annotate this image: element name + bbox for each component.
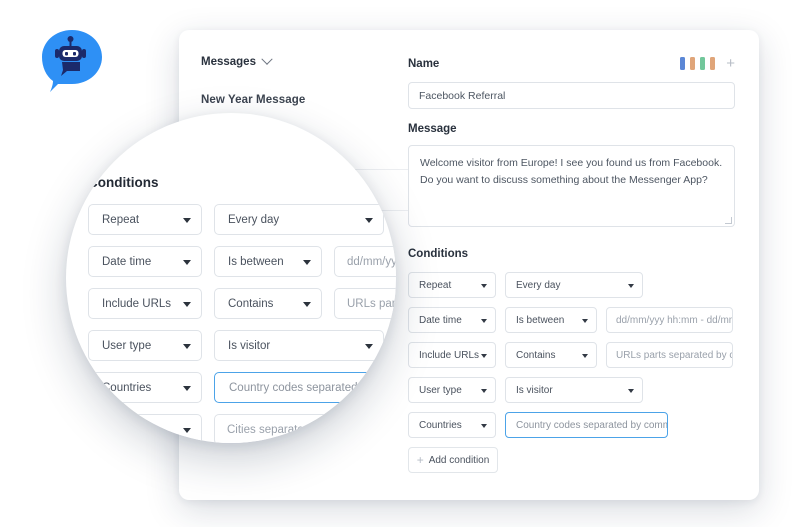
add-condition-button[interactable]: + Add condition xyxy=(408,447,498,473)
condition-operator-value: Is between xyxy=(516,315,564,326)
condition-cities-input[interactable]: Cities separated by commas xyxy=(214,414,396,443)
tag-orange-swatch[interactable] xyxy=(690,57,695,70)
name-input[interactable]: Facebook Referral xyxy=(408,82,735,109)
tag-swatches: + xyxy=(680,56,735,71)
conditions-title: Conditions xyxy=(408,248,735,260)
condition-datetime-input[interactable]: dd/mm/yyy hh xyxy=(334,246,396,277)
condition-operator-value: Is visitor xyxy=(516,385,553,396)
app-logo xyxy=(36,24,108,96)
condition-value-placeholder: dd/mm/yyy hh xyxy=(347,256,396,268)
condition-countries-input[interactable]: Country codes separated by commas xyxy=(505,412,668,438)
add-condition-label: Add condition xyxy=(429,455,490,466)
condition-field-select[interactable]: Repeat xyxy=(408,272,496,298)
condition-field-select[interactable]: Cities xyxy=(88,414,202,443)
condition-field-value: Include URLs xyxy=(419,350,479,361)
condition-row-countries: Countries Country codes separated by com… xyxy=(408,412,735,438)
sidebar-item-label: New Year Message xyxy=(201,94,305,106)
chatbot-robot-icon xyxy=(36,24,108,96)
condition-operator-select[interactable]: Is between xyxy=(214,246,322,277)
name-label: Name xyxy=(408,58,439,70)
condition-row-user-type: User type Is visitor xyxy=(408,377,735,403)
condition-operator-select[interactable]: Contains xyxy=(214,288,322,319)
condition-value-placeholder: Country codes separated by commas xyxy=(229,382,396,394)
condition-value-placeholder: dd/mm/yyy hh:mm - dd/mm/y xyxy=(616,315,733,326)
condition-field-value: User type xyxy=(419,385,462,396)
condition-row-date-time: Date time Is between dd/mm/yyy hh:mm - d… xyxy=(408,307,735,333)
message-textarea[interactable]: Welcome visitor from Europe! I see you f… xyxy=(408,145,735,227)
name-row: Name + xyxy=(408,56,735,71)
condition-field-value: Repeat xyxy=(419,280,451,291)
condition-operator-value: Is between xyxy=(228,256,284,268)
condition-field-value: User type xyxy=(102,340,151,352)
add-tag-plus-icon[interactable]: + xyxy=(726,56,735,71)
message-label: Message xyxy=(408,123,735,135)
condition-value-placeholder: Country codes separated by commas xyxy=(516,420,668,431)
condition-operator-select[interactable]: Is between xyxy=(505,307,597,333)
magnified-conditions-title: Conditions xyxy=(88,175,396,190)
tag-orange-2-swatch[interactable] xyxy=(710,57,715,70)
condition-row-repeat: Repeat Every day xyxy=(408,272,735,298)
chevron-down-icon xyxy=(261,54,272,65)
condition-field-select[interactable]: User type xyxy=(408,377,496,403)
condition-operator-value: Every day xyxy=(228,214,279,226)
condition-field-value: Date time xyxy=(419,315,462,326)
condition-urls-input[interactable]: URLs parts separated by c xyxy=(606,342,733,368)
resize-handle-icon[interactable] xyxy=(725,217,732,224)
tag-blue-swatch[interactable] xyxy=(680,57,685,70)
message-textarea-value: Welcome visitor from Europe! I see you f… xyxy=(420,157,722,186)
condition-operator-value: Contains xyxy=(228,298,273,310)
magnified-condition-row-cities: Cities Cities separated by commas xyxy=(88,414,396,443)
condition-field-select[interactable]: Date time xyxy=(408,307,496,333)
condition-urls-input[interactable]: URLs parts xyxy=(334,288,396,319)
condition-row-include-urls: Include URLs Contains URLs parts separat… xyxy=(408,342,735,368)
condition-operator-select[interactable]: Contains xyxy=(505,342,597,368)
condition-field-value: Countries xyxy=(102,382,151,394)
magnified-conditions-panel: Conditions Repeat Every day Date time Is… xyxy=(88,175,396,443)
plus-icon: + xyxy=(417,454,424,466)
message-editor-pane: Name + Facebook Referral Message Welcome… xyxy=(408,30,759,500)
condition-field-select[interactable]: Repeat xyxy=(88,204,202,235)
condition-field-value: Countries xyxy=(419,420,462,431)
screenshot-root: Messages New Year Message Facebook Refer… xyxy=(0,0,799,527)
name-input-value: Facebook Referral xyxy=(419,90,505,102)
sidebar-header-label: Messages xyxy=(201,56,256,68)
condition-value-placeholder: URLs parts separated by c xyxy=(616,350,733,361)
condition-operator-select[interactable]: Is visitor xyxy=(214,330,384,361)
condition-operator-value: Every day xyxy=(516,280,560,291)
magnified-condition-row-repeat: Repeat Every day xyxy=(88,204,396,235)
condition-field-select[interactable]: Include URLs xyxy=(88,288,202,319)
condition-datetime-input[interactable]: dd/mm/yyy hh:mm - dd/mm/y xyxy=(606,307,733,333)
condition-field-select[interactable]: Date time xyxy=(88,246,202,277)
magnifier-lens: Conditions Repeat Every day Date time Is… xyxy=(66,113,396,443)
magnified-condition-row-include-urls: Include URLs Contains URLs parts xyxy=(88,288,396,319)
condition-field-value: Include URLs xyxy=(102,298,171,310)
tag-green-swatch[interactable] xyxy=(700,57,705,70)
condition-operator-select[interactable]: Every day xyxy=(505,272,643,298)
magnified-condition-row-countries: Countries Country codes separated by com… xyxy=(88,372,396,403)
condition-operator-value: Contains xyxy=(516,350,555,361)
condition-field-select[interactable]: Countries xyxy=(88,372,202,403)
condition-field-select[interactable]: Include URLs xyxy=(408,342,496,368)
condition-field-select[interactable]: Countries xyxy=(408,412,496,438)
magnified-condition-row-user-type: User type Is visitor xyxy=(88,330,396,361)
condition-value-placeholder: Cities separated by commas xyxy=(227,424,372,436)
condition-field-value: Repeat xyxy=(102,214,139,226)
condition-value-placeholder: URLs parts xyxy=(347,298,396,310)
condition-operator-select[interactable]: Every day xyxy=(214,204,384,235)
condition-field-value: Date time xyxy=(102,256,151,268)
condition-field-select[interactable]: User type xyxy=(88,330,202,361)
condition-operator-select[interactable]: Is visitor xyxy=(505,377,643,403)
condition-operator-value: Is visitor xyxy=(228,340,270,352)
condition-countries-input[interactable]: Country codes separated by commas xyxy=(214,372,396,403)
sidebar-header[interactable]: Messages xyxy=(201,56,408,68)
magnified-condition-row-date-time: Date time Is between dd/mm/yyy hh xyxy=(88,246,396,277)
condition-field-value: Cities xyxy=(102,424,131,436)
